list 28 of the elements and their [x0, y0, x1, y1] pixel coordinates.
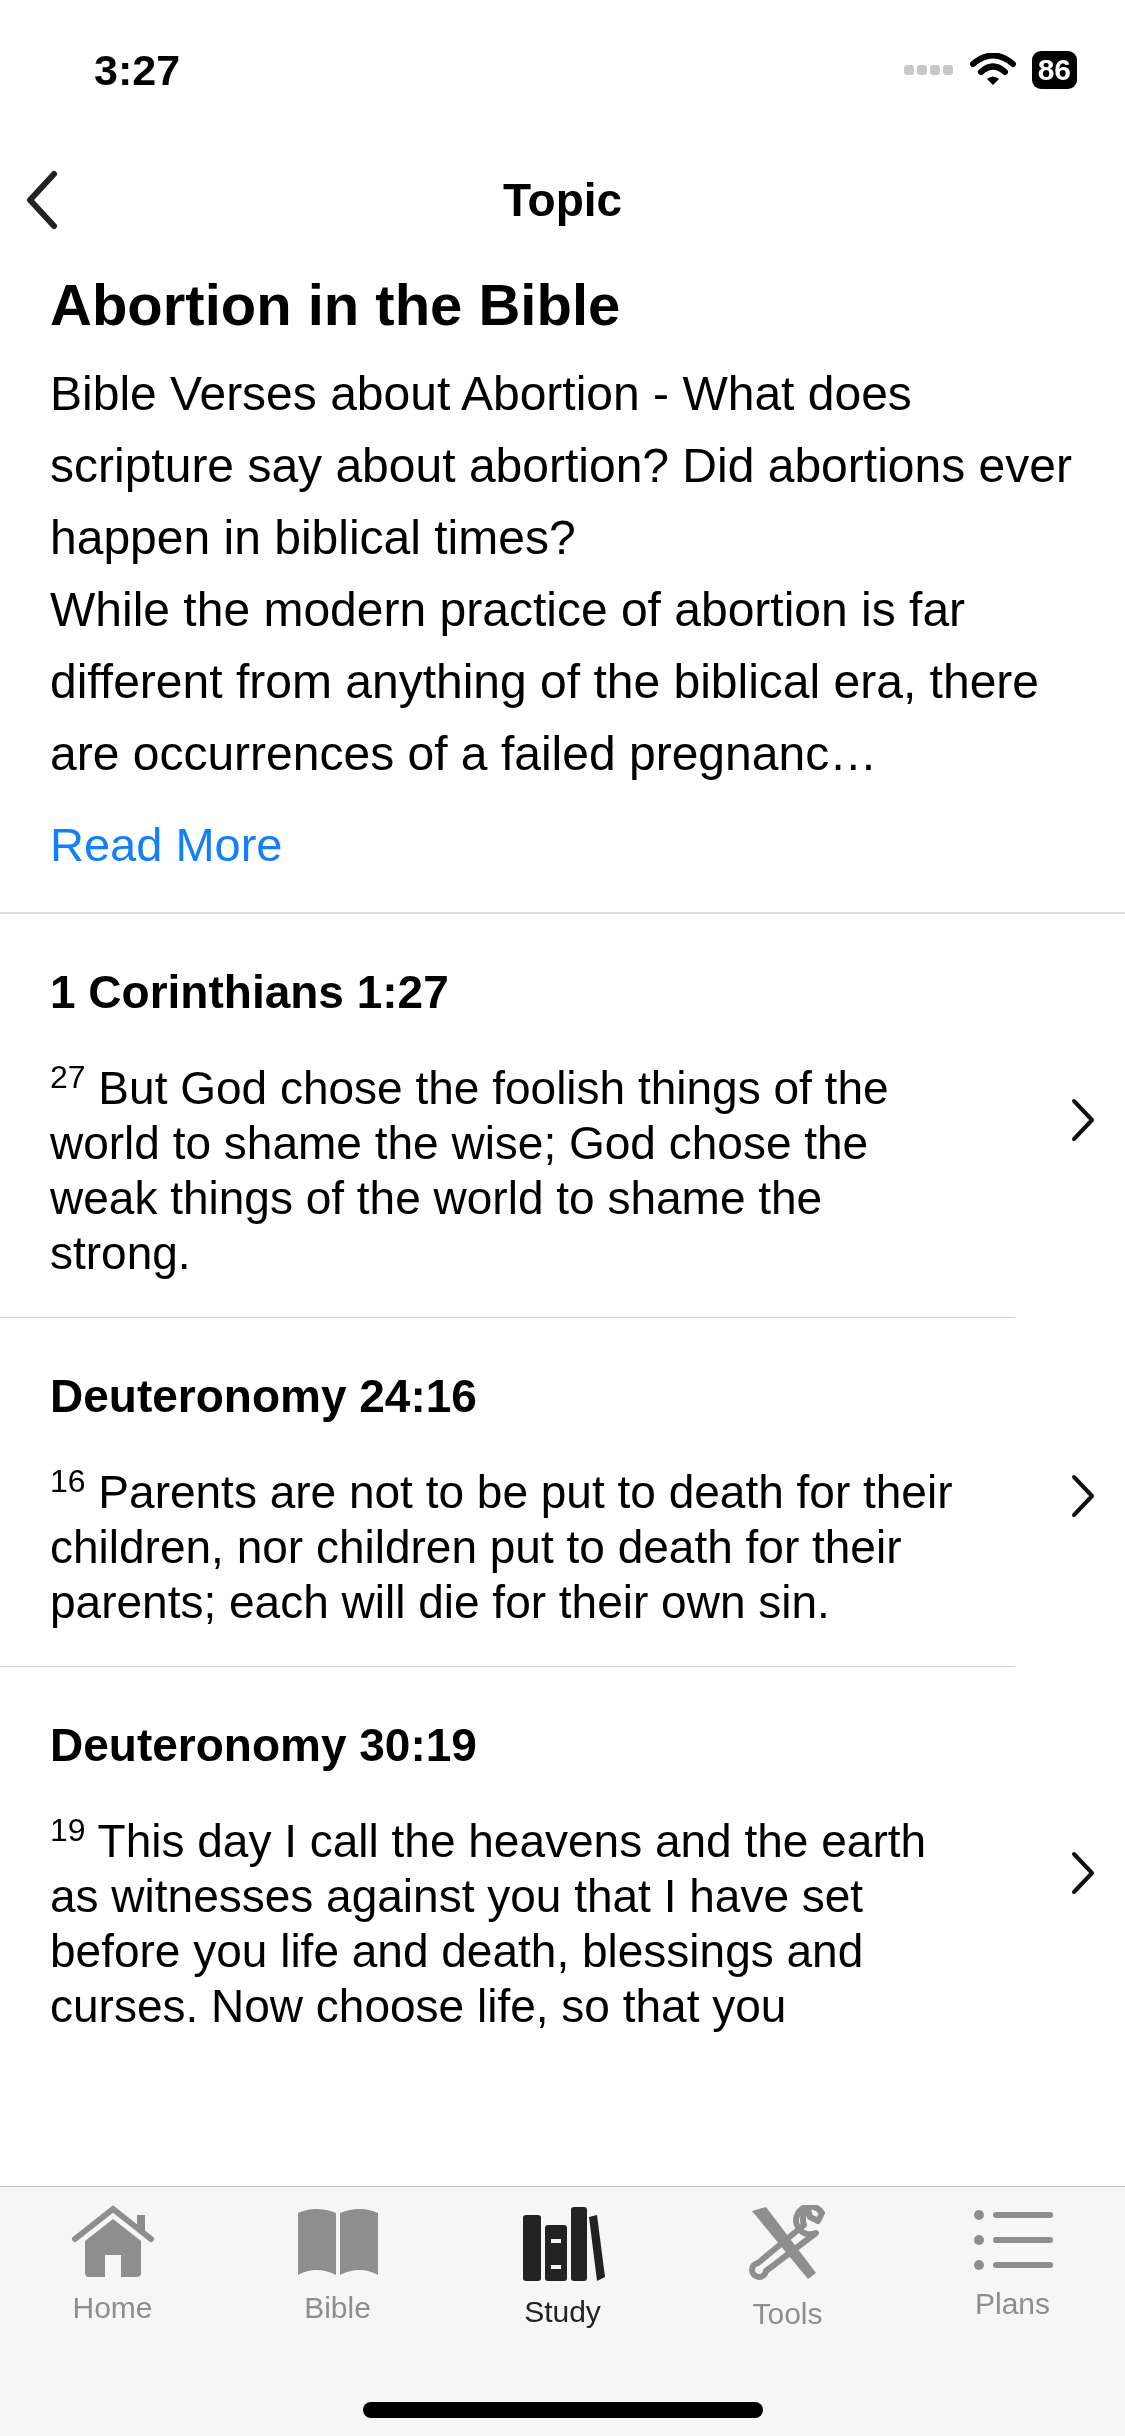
verse-row[interactable]: Deuteronomy 24:16 $^{16}$ Parents are not to be put to death for their children, nor children put to death for their parents; each will die for their own sin.	[0, 1318, 1125, 1667]
verse-reference: Deuteronomy 30:19	[50, 1718, 478, 1774]
chevron-right-icon	[1071, 1097, 1095, 1142]
chevron-right-icon	[1071, 1474, 1095, 1519]
verse-reference: 1 Corinthians 1:27	[50, 965, 450, 1021]
read-more-link[interactable]: Read More	[50, 809, 283, 881]
tab-bar-item[interactable]: Tools	[675, 2205, 900, 2336]
chevron-right-icon	[1071, 1850, 1095, 1895]
verse-reference: Deuteronomy 24:16	[50, 1369, 478, 1425]
tab-bar-item[interactable]: Bible	[225, 2205, 450, 2336]
books-icon	[520, 2205, 605, 2283]
signal-icon	[903, 63, 954, 77]
tab-bar-item[interactable]: Home	[0, 2205, 225, 2336]
tab-bar-item[interactable]: Study	[450, 2205, 675, 2336]
status-time: 3:27	[94, 44, 181, 96]
battery-level: 86	[1031, 51, 1077, 89]
topic-description: While the modern practice of abortion is far different from anything of the biblical era, there are occurrences of a failed pregnanc…	[50, 581, 1040, 782]
topic-title: Abortion in the Bible	[50, 271, 622, 339]
verse-row[interactable]: Deuteronomy 30:19 $^{19}$ This day I call the heavens and the earth as witnesses against you that I have set before you life and death, blessings and curses. Now choose life, so that you	[0, 1667, 1125, 2071]
topic-description: Bible Verses about Abortion - What does scripture say about abortion? Did abortions ever happen in biblical times?	[50, 365, 1073, 566]
verse-text: $^{27}$ But God chose the foolish things of the world to shame the wise; God chose the weak things of the world to shame the strong.	[50, 1061, 890, 1282]
house-icon	[70, 2205, 155, 2279]
verse-row[interactable]: 1 Corinthians 1:27 $^{27}$ But God chose the foolish things of the world to shame the wise; God chose the weak things of the world to shame the strong.	[0, 914, 1125, 1318]
tab-bar-item[interactable]: Plans	[900, 2205, 1125, 2336]
wifi-icon	[969, 53, 1016, 87]
verse-text: $^{16}$ Parents are not to be put to death for their children, nor children put to death for their parents; each will die for their own sin.	[50, 1465, 954, 1631]
verse-text: $^{19}$ This day I call the heavens and the earth as witnesses against you that I have set before you life and death, blessings and curses. Now choose life, so that you	[50, 1814, 928, 2035]
page-title: Topic	[502, 172, 623, 228]
